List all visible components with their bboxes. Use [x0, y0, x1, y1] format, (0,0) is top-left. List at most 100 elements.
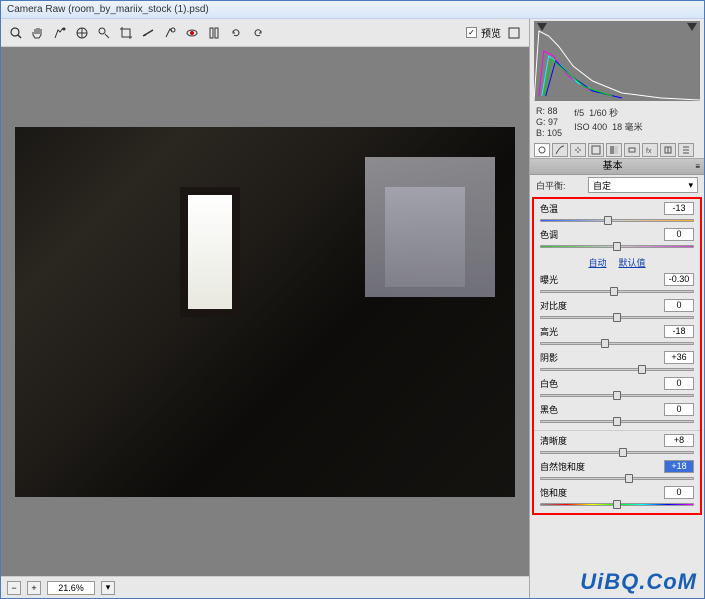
metadata-block: R: 88 G: 97 B: 105 f/5 1/60 秒 ISO 400 18…: [530, 103, 704, 141]
slider-thumb[interactable]: [638, 365, 646, 374]
slider-thumb[interactable]: [604, 216, 612, 225]
saturation-slider[interactable]: [540, 500, 694, 510]
clarity-value[interactable]: +8: [664, 434, 694, 447]
tab-calibration[interactable]: [660, 143, 676, 157]
slider-whites: 白色 0: [534, 376, 700, 402]
zoom-tool-icon[interactable]: [7, 24, 25, 42]
blacks-value[interactable]: 0: [664, 403, 694, 416]
whites-slider[interactable]: [540, 391, 694, 401]
highlight-clip-icon[interactable]: [687, 23, 697, 33]
whites-value[interactable]: 0: [664, 377, 694, 390]
slider-thumb[interactable]: [613, 313, 621, 322]
tab-basic[interactable]: [534, 143, 550, 157]
slider-temp: 色温 -13: [534, 201, 700, 227]
saturation-label: 饱和度: [540, 486, 567, 499]
separator: [534, 430, 700, 431]
b-label: B:: [536, 128, 545, 138]
straighten-tool-icon[interactable]: [139, 24, 157, 42]
highlights-slider[interactable]: [540, 339, 694, 349]
blacks-label: 黑色: [540, 403, 558, 416]
prefs-icon[interactable]: [205, 24, 223, 42]
zoom-out-button[interactable]: −: [7, 581, 21, 595]
photo-door: [180, 187, 240, 317]
hand-tool-icon[interactable]: [29, 24, 47, 42]
contrast-label: 对比度: [540, 299, 567, 312]
status-bar: − + 21.6% ▾: [1, 576, 529, 598]
tab-curve[interactable]: [552, 143, 568, 157]
exposure-label: 曝光: [540, 273, 558, 286]
slider-thumb[interactable]: [625, 474, 633, 483]
exposure-value[interactable]: -0.30: [664, 273, 694, 286]
toolbar-right: ✓ 预览: [466, 24, 523, 42]
contrast-slider[interactable]: [540, 313, 694, 323]
target-adjust-icon[interactable]: [95, 24, 113, 42]
panel-menu-icon[interactable]: ≡: [695, 159, 700, 175]
main-content: ✓ 预览 − + 21.6% ▾: [1, 19, 704, 598]
temp-slider[interactable]: [540, 216, 694, 226]
slider-thumb[interactable]: [613, 242, 621, 251]
wb-dropdown[interactable]: 自定 ▾: [588, 177, 698, 193]
highlights-value[interactable]: -18: [664, 325, 694, 338]
tab-split[interactable]: [606, 143, 622, 157]
slider-exposure: 曝光 -0.30: [534, 272, 700, 298]
tab-fx[interactable]: fx: [642, 143, 658, 157]
r-label: R:: [536, 106, 545, 116]
shadows-slider[interactable]: [540, 365, 694, 375]
tab-hsl[interactable]: [588, 143, 604, 157]
panel-tabs: fx: [530, 141, 704, 159]
slider-blacks: 黑色 0: [534, 402, 700, 428]
zoom-field[interactable]: 21.6%: [47, 581, 95, 595]
redeye-tool-icon[interactable]: [183, 24, 201, 42]
aperture-value: f/5: [574, 108, 584, 118]
titlebar: Camera Raw (room_by_mariix_stock (1).psd…: [1, 1, 704, 19]
vibrance-label: 自然饱和度: [540, 460, 585, 473]
tint-value[interactable]: 0: [664, 228, 694, 241]
clarity-slider[interactable]: [540, 448, 694, 458]
fullscreen-icon[interactable]: [505, 24, 523, 42]
vibrance-value[interactable]: +18: [664, 460, 694, 473]
image-canvas[interactable]: [1, 47, 529, 576]
temp-value[interactable]: -13: [664, 202, 694, 215]
wb-value: 自定: [593, 179, 611, 192]
crop-tool-icon[interactable]: [117, 24, 135, 42]
color-sampler-icon[interactable]: [73, 24, 91, 42]
toolbar: ✓ 预览: [1, 19, 529, 47]
tab-lens[interactable]: [624, 143, 640, 157]
saturation-value[interactable]: 0: [664, 486, 694, 499]
preview-checkbox[interactable]: ✓: [466, 27, 477, 38]
shutter-value: 1/60 秒: [589, 108, 618, 118]
zoom-in-button[interactable]: +: [27, 581, 41, 595]
slider-thumb[interactable]: [613, 500, 621, 509]
exposure-slider[interactable]: [540, 287, 694, 297]
g-value: 97: [548, 117, 558, 127]
temp-label: 色温: [540, 202, 558, 215]
auto-link[interactable]: 自动: [588, 256, 606, 269]
slider-tint: 色调0: [534, 227, 700, 253]
iso-label: ISO: [574, 122, 590, 132]
slider-thumb[interactable]: [613, 417, 621, 426]
camera-raw-window: Camera Raw (room_by_mariix_stock (1).psd…: [0, 0, 705, 599]
shadows-value[interactable]: +36: [664, 351, 694, 364]
whites-label: 白色: [540, 377, 558, 390]
zoom-dropdown-icon[interactable]: ▾: [101, 581, 115, 595]
vibrance-slider[interactable]: [540, 474, 694, 484]
slider-saturation: 饱和度 0: [534, 485, 700, 511]
default-link[interactable]: 默认值: [619, 256, 646, 269]
slider-thumb[interactable]: [610, 287, 618, 296]
wb-tool-icon[interactable]: [51, 24, 69, 42]
shadow-clip-icon[interactable]: [537, 23, 547, 33]
slider-thumb[interactable]: [601, 339, 609, 348]
spot-removal-icon[interactable]: [161, 24, 179, 42]
rotate-ccw-icon[interactable]: [227, 24, 245, 42]
slider-thumb[interactable]: [613, 391, 621, 400]
tint-slider[interactable]: [540, 242, 694, 252]
slider-thumb[interactable]: [619, 448, 627, 457]
photo-preview: [15, 127, 515, 497]
histogram: [534, 21, 700, 101]
tab-detail[interactable]: [570, 143, 586, 157]
rotate-cw-icon[interactable]: [249, 24, 267, 42]
contrast-value[interactable]: 0: [664, 299, 694, 312]
wb-row: 白平衡: 自定 ▾: [530, 175, 704, 195]
blacks-slider[interactable]: [540, 417, 694, 427]
tab-presets[interactable]: [678, 143, 694, 157]
